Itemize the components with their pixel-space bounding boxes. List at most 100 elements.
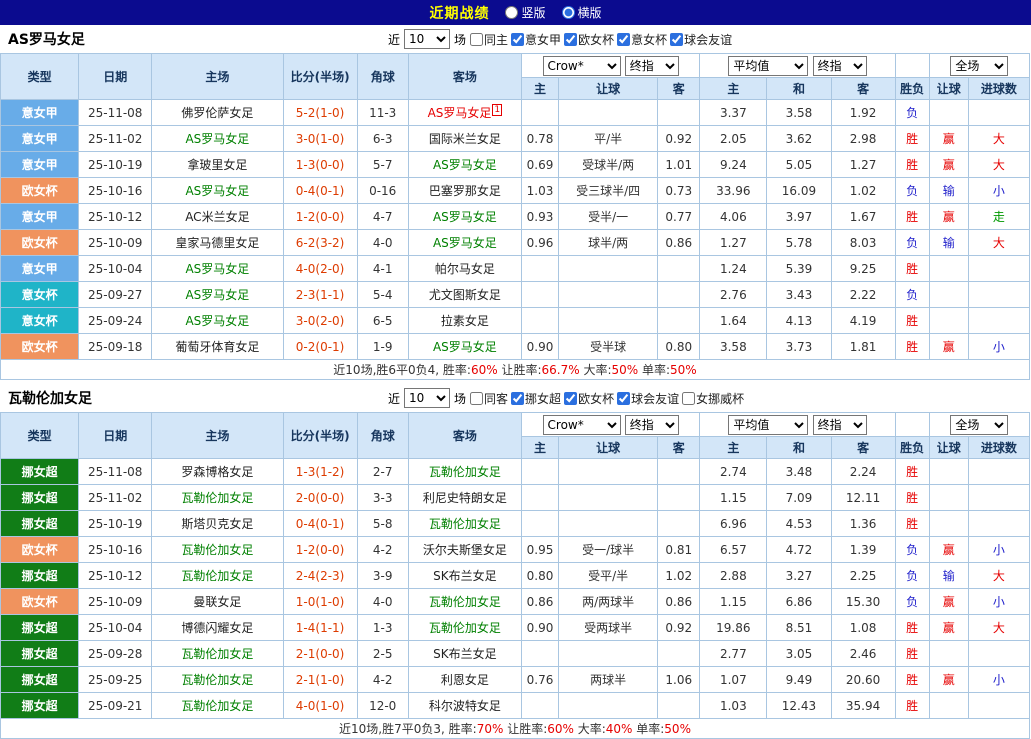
home-team[interactable]: 斯塔贝克女足 <box>152 511 283 537</box>
filter-checkbox-同客[interactable]: 同客 <box>470 390 508 407</box>
score-cell: 2-3(1-1) <box>283 282 357 308</box>
euro-company-select[interactable]: 平均值 <box>728 56 808 76</box>
home-team[interactable]: 葡萄牙体育女足 <box>152 334 283 360</box>
away-team[interactable]: 瓦勒伦加女足 <box>408 511 521 537</box>
matches-table-roma: 类型 日期 主场 比分(半场) 角球 客场 Crow* 终指 平均值 终指 全场 <box>0 53 1030 380</box>
checkbox-意女杯[interactable] <box>617 33 630 46</box>
away-team[interactable]: SK布兰女足 <box>408 641 521 667</box>
euro-away-odds: 15.30 <box>831 589 895 615</box>
filter-checkbox-挪女超[interactable]: 挪女超 <box>511 390 561 407</box>
away-team[interactable]: 沃尔夫斯堡女足 <box>408 537 521 563</box>
checkbox-同客[interactable] <box>470 392 483 405</box>
result-cell: 胜 <box>895 615 929 641</box>
checkbox-球会友谊[interactable] <box>670 33 683 46</box>
away-team[interactable]: 利尼史特朗女足 <box>408 485 521 511</box>
euro-away-odds: 1.67 <box>831 204 895 230</box>
type-badge: 挪女超 <box>1 511 79 537</box>
away-team[interactable]: 拉素女足 <box>408 308 521 334</box>
page-title: 近期战绩 <box>429 3 489 23</box>
near-label: 近 <box>388 390 400 407</box>
checkbox-欧女杯[interactable] <box>564 392 577 405</box>
col-header-goals: 进球数 <box>968 437 1029 459</box>
home-team[interactable]: 拿玻里女足 <box>152 152 283 178</box>
home-team[interactable]: 皇家马德里女足 <box>152 230 283 256</box>
euro-company-select-2[interactable]: 平均值 <box>728 415 808 435</box>
away-team[interactable]: AS罗马女足 <box>408 204 521 230</box>
asia-company-select-2[interactable]: Crow* <box>543 415 621 435</box>
horizontal-radio[interactable] <box>562 6 575 19</box>
home-team[interactable]: AS罗马女足 <box>152 126 283 152</box>
scope-select-2[interactable]: 全场 <box>950 415 1008 435</box>
home-team[interactable]: 瓦勒伦加女足 <box>152 667 283 693</box>
filter-checkbox-欧女杯[interactable]: 欧女杯 <box>564 390 614 407</box>
filter-checkbox-欧女杯[interactable]: 欧女杯 <box>564 31 614 48</box>
asia-time-select-2[interactable]: 终指 <box>625 415 679 435</box>
asia-company-select[interactable]: Crow* <box>543 56 621 76</box>
home-team[interactable]: 瓦勒伦加女足 <box>152 537 283 563</box>
away-team[interactable]: 科尔波特女足 <box>408 693 521 719</box>
away-team[interactable]: 瓦勒伦加女足 <box>408 459 521 485</box>
home-team[interactable]: 瓦勒伦加女足 <box>152 563 283 589</box>
away-team[interactable]: 帕尔马女足 <box>408 256 521 282</box>
filter-checkbox-球会友谊[interactable]: 球会友谊 <box>617 390 679 407</box>
match-row: 意女杯 25-09-27 AS罗马女足 2-3(1-1) 5-4 尤文图斯女足 … <box>1 282 1030 308</box>
away-team[interactable]: 尤文图斯女足 <box>408 282 521 308</box>
checkbox-女挪威杯[interactable] <box>682 392 695 405</box>
away-team[interactable]: 国际米兰女足 <box>408 126 521 152</box>
games-label: 场 <box>454 390 466 407</box>
checkbox-欧女杯[interactable] <box>564 33 577 46</box>
handicap-result-cell <box>929 282 968 308</box>
euro-time-select[interactable]: 终指 <box>813 56 867 76</box>
euro-draw-odds: 16.09 <box>767 178 831 204</box>
scope-select[interactable]: 全场 <box>950 56 1008 76</box>
section-header: 瓦勒伦加女足 近 10 场 同客挪女超欧女杯球会友谊女挪威杯 <box>0 384 1031 412</box>
match-row: 意女甲 25-10-04 AS罗马女足 4-0(2-0) 4-1 帕尔马女足 1… <box>1 256 1030 282</box>
col-header-euro-away: 客 <box>831 78 895 100</box>
away-team[interactable]: 巴塞罗那女足 <box>408 178 521 204</box>
asia-away-odds <box>658 256 700 282</box>
euro-away-odds: 9.25 <box>831 256 895 282</box>
asia-home-odds <box>521 485 558 511</box>
checkbox-挪女超[interactable] <box>511 392 524 405</box>
filter-checkbox-球会友谊[interactable]: 球会友谊 <box>670 31 732 48</box>
filter-checkbox-意女杯[interactable]: 意女杯 <box>617 31 667 48</box>
home-team[interactable]: 瓦勒伦加女足 <box>152 641 283 667</box>
col-header-euro-draw: 和 <box>767 78 831 100</box>
home-team[interactable]: 瓦勒伦加女足 <box>152 693 283 719</box>
handicap-result-cell: 输 <box>929 563 968 589</box>
away-team[interactable]: AS罗马女足 <box>408 230 521 256</box>
home-team[interactable]: 博德闪耀女足 <box>152 615 283 641</box>
away-team[interactable]: 瓦勒伦加女足 <box>408 589 521 615</box>
home-team[interactable]: AS罗马女足 <box>152 178 283 204</box>
away-team[interactable]: AS罗马女足 <box>408 152 521 178</box>
home-team[interactable]: 瓦勒伦加女足 <box>152 485 283 511</box>
col-header-handicap: 让球 <box>559 437 658 459</box>
home-team[interactable]: AS罗马女足 <box>152 308 283 334</box>
away-team[interactable]: 瓦勒伦加女足 <box>408 615 521 641</box>
euro-time-select-2[interactable]: 终指 <box>813 415 867 435</box>
filter-checkbox-同主[interactable]: 同主 <box>470 31 508 48</box>
goals-cell: 小 <box>968 589 1029 615</box>
home-team[interactable]: AS罗马女足 <box>152 282 283 308</box>
home-team[interactable]: 佛罗伦萨女足 <box>152 100 283 126</box>
home-team[interactable]: 罗森博格女足 <box>152 459 283 485</box>
home-team[interactable]: AS罗马女足 <box>152 256 283 282</box>
checkbox-意女甲[interactable] <box>511 33 524 46</box>
away-team[interactable]: AS罗马女足1 <box>408 100 521 126</box>
checkbox-球会友谊[interactable] <box>617 392 630 405</box>
away-team[interactable]: 利恩女足 <box>408 667 521 693</box>
away-team[interactable]: SK布兰女足 <box>408 563 521 589</box>
match-count-select-2[interactable]: 10 <box>404 388 450 408</box>
vertical-radio[interactable] <box>505 6 518 19</box>
filter-checkbox-意女甲[interactable]: 意女甲 <box>511 31 561 48</box>
layout-option-vertical[interactable]: 竖版 <box>505 4 545 21</box>
match-count-select[interactable]: 10 <box>404 29 450 49</box>
filter-checkbox-女挪威杯[interactable]: 女挪威杯 <box>682 390 744 407</box>
checkbox-同主[interactable] <box>470 33 483 46</box>
asia-time-select[interactable]: 终指 <box>625 56 679 76</box>
home-team[interactable]: 曼联女足 <box>152 589 283 615</box>
match-row: 意女甲 25-10-12 AC米兰女足 1-2(0-0) 4-7 AS罗马女足 … <box>1 204 1030 230</box>
layout-option-horizontal[interactable]: 横版 <box>562 4 602 21</box>
away-team[interactable]: AS罗马女足 <box>408 334 521 360</box>
home-team[interactable]: AC米兰女足 <box>152 204 283 230</box>
